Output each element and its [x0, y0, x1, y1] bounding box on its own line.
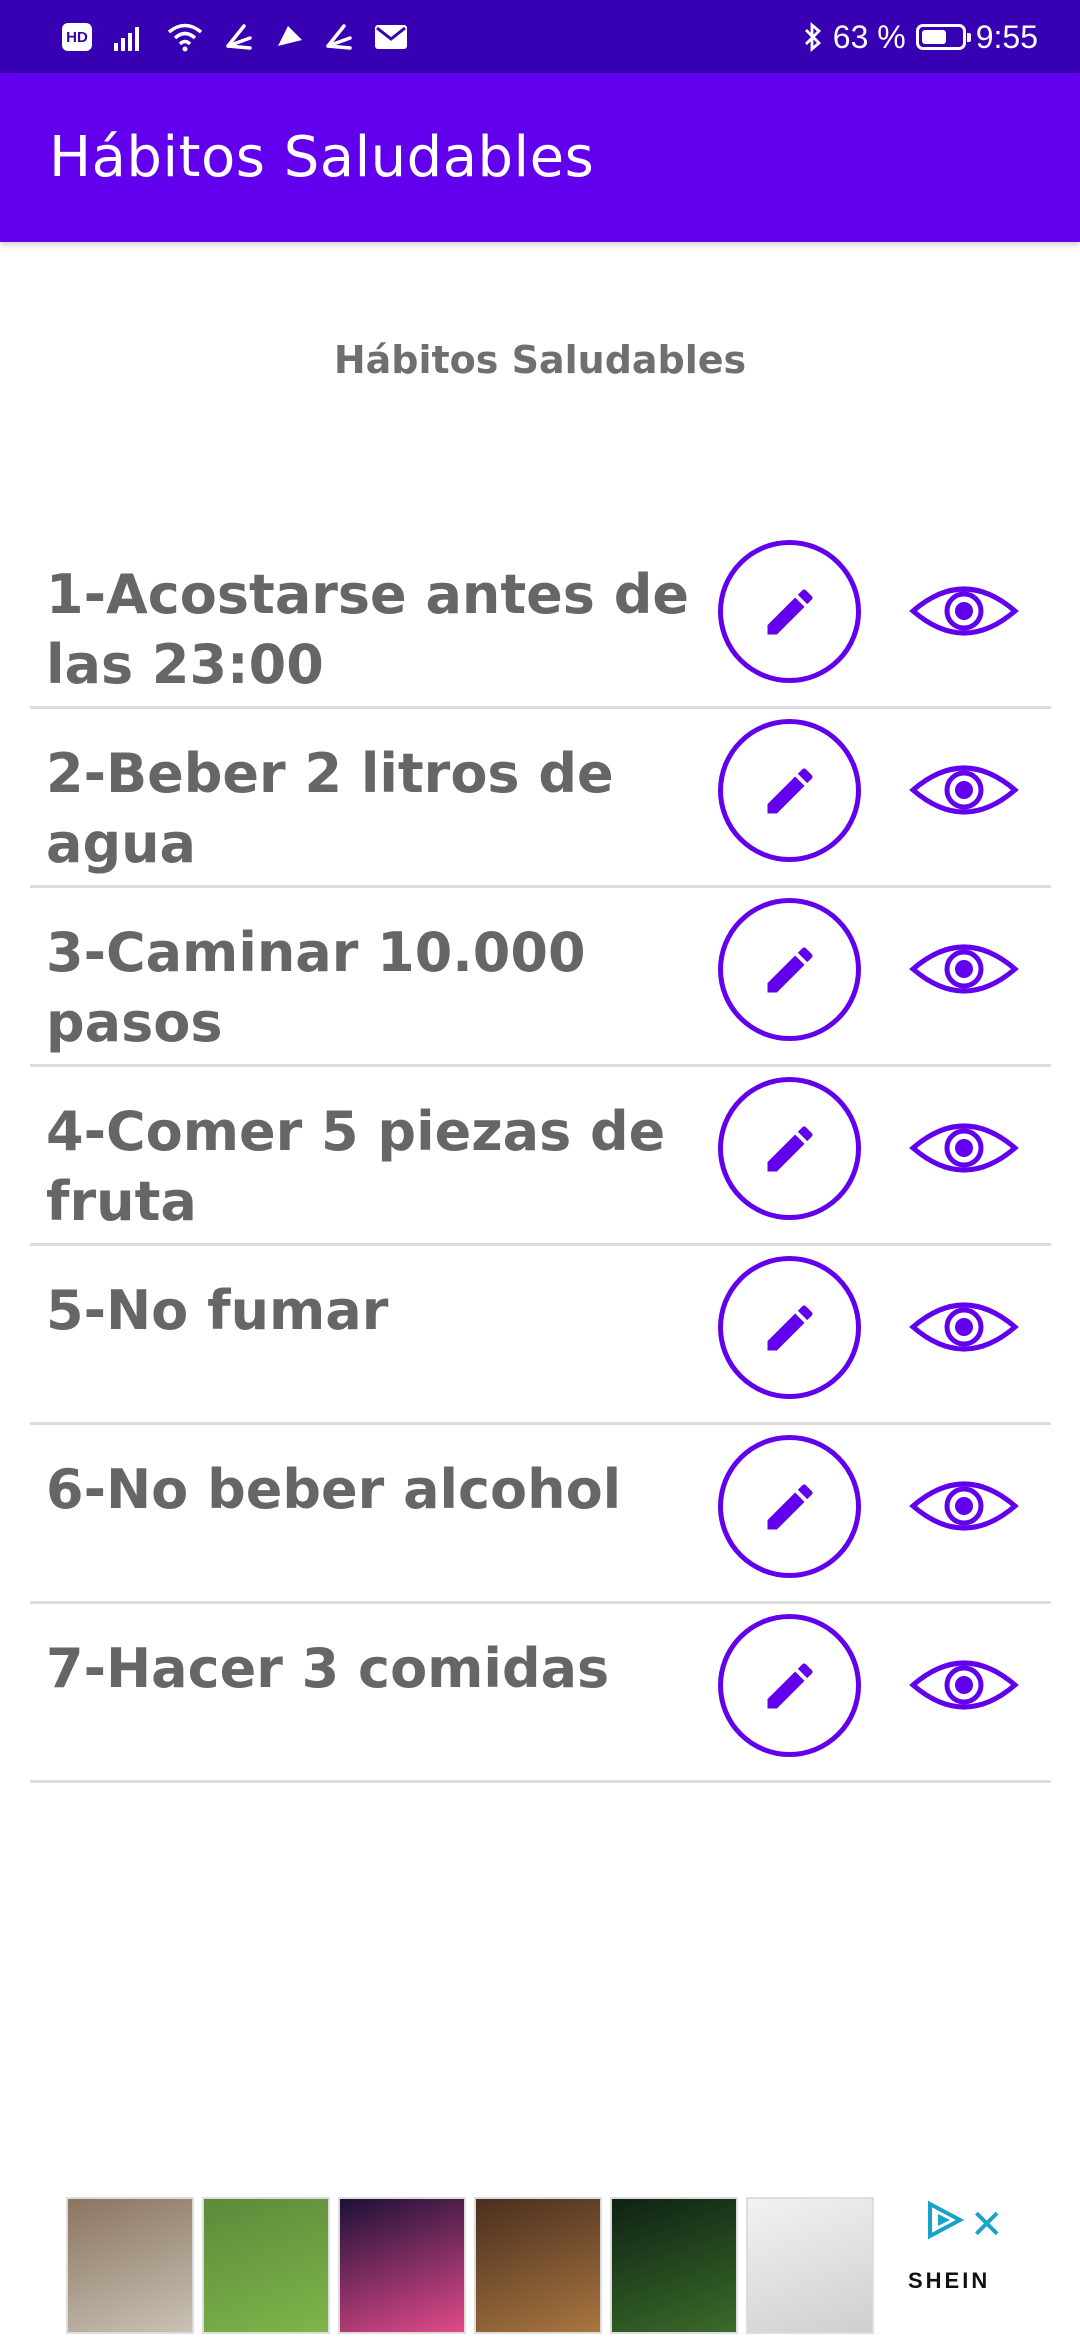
eye-icon — [909, 586, 1019, 636]
pencil-icon — [767, 946, 813, 992]
habit-label: 2-Beber 2 litros de agua — [46, 742, 614, 875]
view-habit-button[interactable] — [907, 565, 1021, 657]
edit-habit-button[interactable] — [718, 1077, 861, 1220]
page-heading: Hábitos Saludables — [333, 338, 747, 382]
ad-banner[interactable]: ✕ SHEIN — [0, 2180, 1080, 2340]
notification-icon — [226, 24, 252, 50]
app-bar: Hábitos Saludables — [0, 73, 1080, 242]
habit-row: 7-Hacer 3 comidas — [30, 1604, 1051, 1783]
pencil-icon — [767, 1304, 813, 1350]
edit-habit-button[interactable] — [718, 898, 861, 1041]
wifi-icon — [167, 23, 203, 52]
habit-row: 5-No fumar — [30, 1246, 1051, 1425]
bluetooth-icon — [804, 21, 821, 53]
view-habit-button[interactable] — [907, 744, 1021, 836]
view-habit-button[interactable] — [907, 1639, 1021, 1731]
habit-row: 2-Beber 2 litros de agua — [30, 709, 1051, 888]
ad-thumbnail — [202, 2197, 330, 2334]
pencil-icon — [767, 1125, 813, 1171]
ad-thumbnail — [66, 2197, 194, 2334]
mail-icon — [375, 25, 407, 49]
ad-thumbnail — [746, 2197, 874, 2334]
eye-icon — [909, 765, 1019, 815]
status-bar: HD 63 % 9:55 — [0, 0, 1080, 73]
habit-label: 1-Acostarse antes de las 23:00 — [46, 563, 690, 696]
edit-habit-button[interactable] — [718, 540, 861, 683]
ad-thumbnails — [66, 2197, 874, 2334]
habit-row: 4-Comer 5 piezas de fruta — [30, 1067, 1051, 1246]
eye-icon — [909, 1481, 1019, 1531]
habit-row: 3-Caminar 10.000 pasos — [30, 888, 1051, 1067]
battery-percent: 63 % — [832, 18, 906, 55]
habit-label: 5-No fumar — [46, 1279, 389, 1342]
habit-row: 1-Acostarse antes de las 23:00 — [30, 530, 1051, 709]
megaphone-icon — [278, 26, 302, 46]
ad-thumbnail — [610, 2197, 738, 2334]
edit-habit-button[interactable] — [718, 1435, 861, 1578]
status-left-icons: HD — [62, 18, 408, 56]
view-habit-button[interactable] — [907, 923, 1021, 1015]
eye-icon — [909, 1123, 1019, 1173]
view-habit-button[interactable] — [907, 1281, 1021, 1373]
habit-label: 7-Hacer 3 comidas — [46, 1637, 610, 1700]
hd-badge: HD — [62, 23, 92, 51]
ad-brand: SHEIN — [908, 2268, 991, 2293]
eye-icon — [909, 944, 1019, 994]
battery-level — [921, 30, 946, 44]
pencil-icon — [767, 1662, 813, 1708]
edit-habit-button[interactable] — [718, 719, 861, 862]
pencil-icon — [767, 767, 813, 813]
eye-icon — [909, 1660, 1019, 1710]
ad-thumbnail — [474, 2197, 602, 2334]
habit-list: 1-Acostarse antes de las 23:00 2-Beber 2… — [30, 530, 1051, 1783]
habit-row: 6-No beber alcohol — [30, 1425, 1051, 1604]
edit-habit-button[interactable] — [718, 1256, 861, 1399]
app-bar-title: Hábitos Saludables — [49, 125, 595, 190]
view-habit-button[interactable] — [907, 1460, 1021, 1552]
pencil-icon — [767, 1483, 813, 1529]
edit-habit-button[interactable] — [718, 1614, 861, 1757]
signal-icon — [114, 27, 139, 51]
pencil-icon — [767, 588, 813, 634]
ad-thumbnail — [338, 2197, 466, 2334]
eye-icon — [909, 1302, 1019, 1352]
battery-icon — [915, 24, 971, 50]
habit-label: 3-Caminar 10.000 pasos — [46, 921, 586, 1054]
habit-label: 4-Comer 5 piezas de fruta — [46, 1100, 666, 1233]
clock: 9:55 — [975, 18, 1038, 55]
view-habit-button[interactable] — [907, 1102, 1021, 1194]
notification-icon — [326, 24, 352, 50]
habit-label: 6-No beber alcohol — [46, 1458, 622, 1521]
ad-choices-icon[interactable] — [924, 2200, 964, 2240]
ad-close-icon[interactable]: ✕ — [970, 2202, 1004, 2248]
status-right: 63 % 9:55 — [803, 14, 1038, 60]
